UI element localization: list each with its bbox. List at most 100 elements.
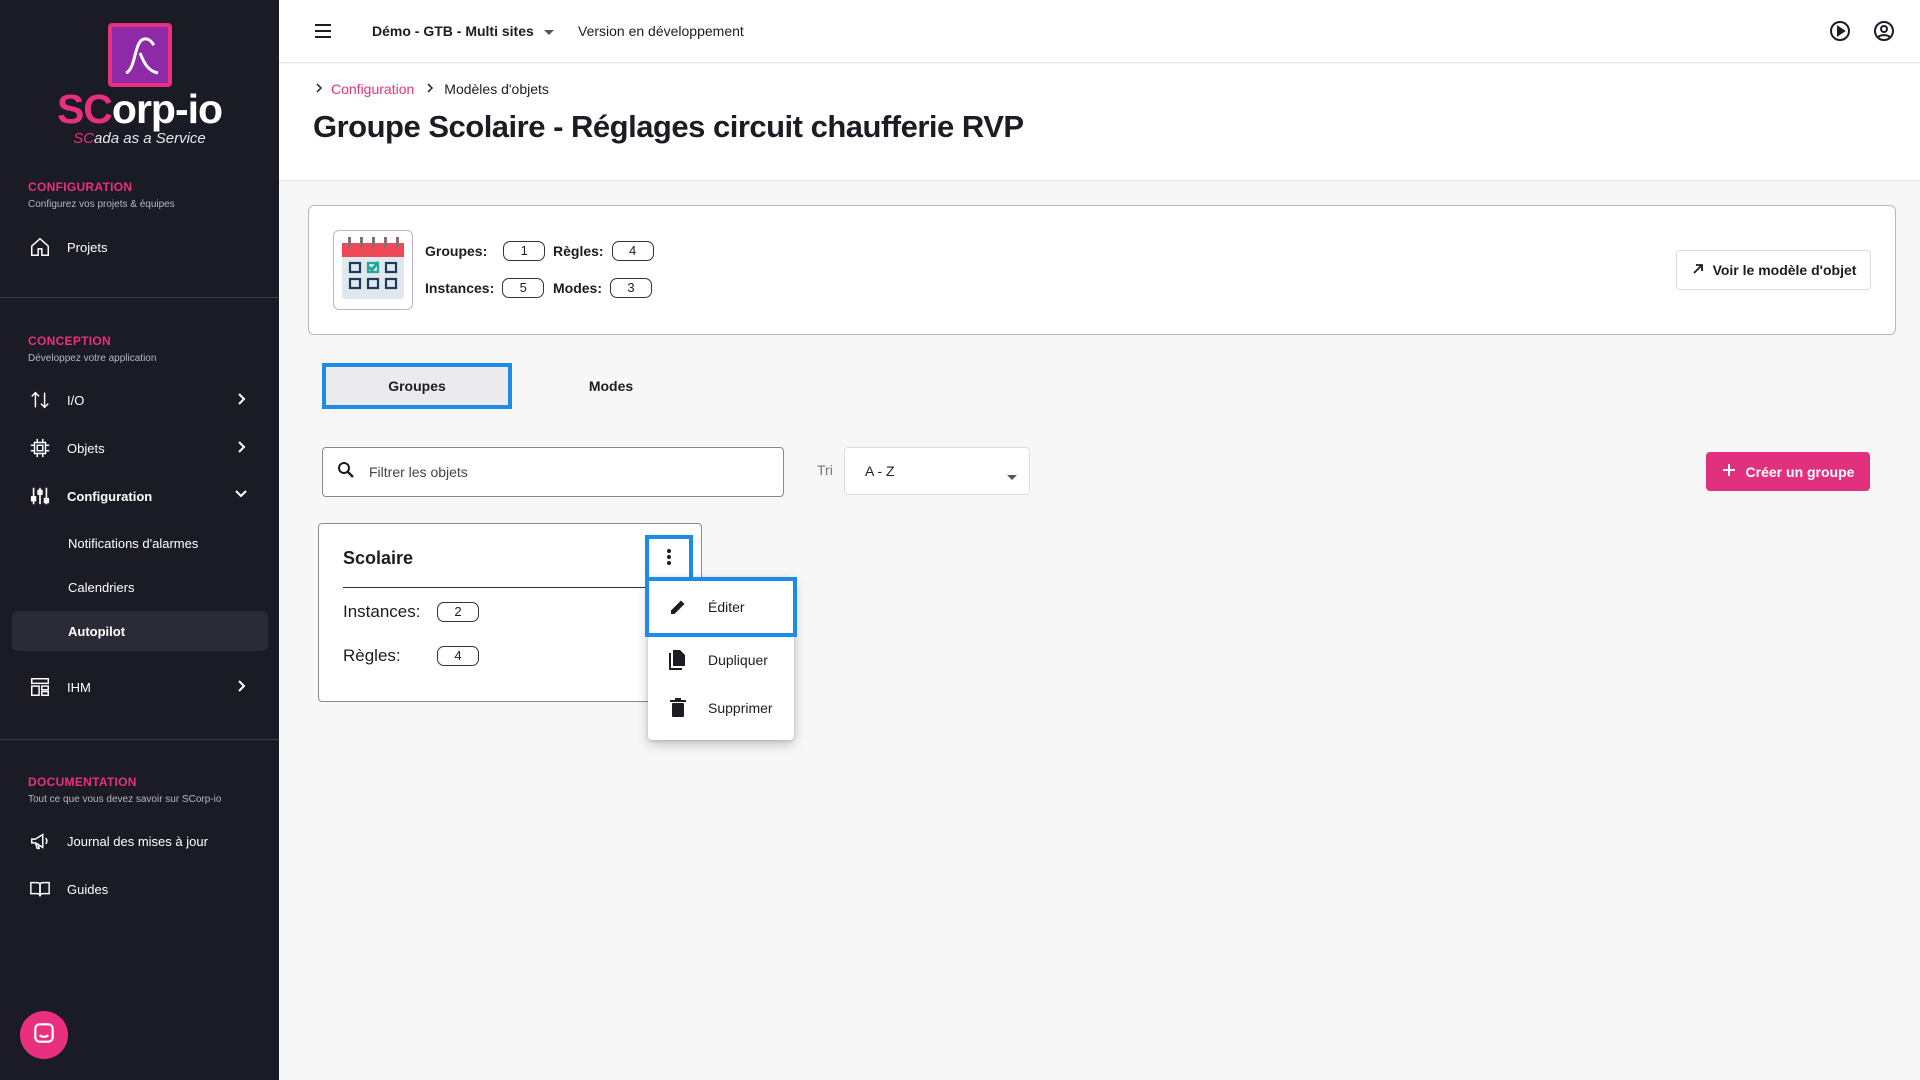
group-stat-label: Règles: <box>343 646 401 665</box>
breadcrumb-link-configuration[interactable]: Configuration <box>331 81 414 97</box>
stat-label: Instances: <box>425 280 495 296</box>
sidebar-item-guides[interactable]: Guides <box>12 869 268 909</box>
group-divider <box>343 587 659 588</box>
sort-value: A - Z <box>865 463 895 479</box>
menu-item-duplicate[interactable]: Dupliquer <box>648 636 794 684</box>
create-group-button[interactable]: Créer un groupe <box>1706 452 1870 491</box>
tab-groupes[interactable]: Groupes <box>322 363 512 409</box>
caret-down-icon <box>1007 468 1017 484</box>
stat-value: 4 <box>611 241 654 261</box>
stat-groupes: Groupes: 1 <box>425 241 546 261</box>
sidebar-item-label: Autopilot <box>68 623 126 639</box>
group-stat-label: Instances: <box>343 602 421 621</box>
stat-value: 3 <box>610 278 652 298</box>
view-object-model-button[interactable]: Voir le modèle d'objet <box>1676 250 1871 290</box>
create-group-label: Créer un groupe <box>1745 463 1855 480</box>
calendar-grid-icon <box>333 230 413 310</box>
group-instances-row: Instances: 2 <box>343 602 479 622</box>
book-icon <box>27 876 53 902</box>
chat-launcher-button[interactable] <box>20 1011 68 1059</box>
stat-value: 5 <box>502 278 545 298</box>
tab-modes[interactable]: Modes <box>516 363 706 409</box>
sidebar-item-label: Notifications d'alarmes <box>68 535 199 551</box>
sidebar-item-calendriers[interactable]: Calendriers <box>12 567 268 607</box>
filter-objects-input[interactable] <box>369 464 749 480</box>
stat-label: Groupes: <box>425 243 488 259</box>
page-header: Configuration Modèles d'objets Groupe Sc… <box>279 64 1920 181</box>
menu-item-label: Supprimer <box>708 700 773 716</box>
section-title-configuration: CONFIGURATION <box>28 180 133 194</box>
sidebar-item-notifications[interactable]: Notifications d'alarmes <box>12 523 268 563</box>
menu-item-edit[interactable]: Éditer <box>645 577 797 637</box>
play-icon[interactable] <box>1828 19 1852 48</box>
stat-instances: Instances: 5 <box>425 278 545 298</box>
sidebar-item-label: Objets <box>67 440 105 456</box>
sidebar-item-configuration[interactable]: Configuration <box>12 476 268 516</box>
chip-icon <box>27 435 53 461</box>
logo-tagline: SCada as a Service <box>73 130 206 147</box>
sidebar-item-io[interactable]: I/O <box>12 380 268 420</box>
stat-label: Règles: <box>553 243 604 259</box>
sidebar: SCorp-io SCada as a Service CONFIGURATIO… <box>0 0 279 1080</box>
chat-icon <box>31 1020 57 1051</box>
breadcrumb: Configuration Modèles d'objets <box>315 81 549 97</box>
group-stat-value: 2 <box>437 602 479 622</box>
sidebar-divider <box>0 739 279 740</box>
group-regles-row: Règles: 4 <box>343 646 479 666</box>
group-context-menu: Éditer Dupliquer Supprimer <box>645 577 797 740</box>
version-label: Version en développement <box>578 23 744 39</box>
page-title: Groupe Scolaire - Réglages circuit chauf… <box>313 109 1024 144</box>
stat-regles: Règles: 4 <box>553 241 654 261</box>
project-name: Démo - GTB - Multi sites <box>372 23 534 39</box>
menu-item-delete[interactable]: Supprimer <box>648 684 794 732</box>
sidebar-item-ihm[interactable]: IHM <box>12 667 268 707</box>
sort-select[interactable]: A - Z <box>844 447 1030 495</box>
chevron-down-icon <box>234 488 248 503</box>
swap-vertical-icon <box>27 387 53 413</box>
sliders-icon <box>27 483 53 509</box>
project-selector[interactable]: Démo - GTB - Multi sites <box>372 23 554 39</box>
sidebar-item-journal[interactable]: Journal des mises à jour <box>12 821 268 861</box>
section-subtitle-configuration: Configurez vos projets & équipes <box>28 199 175 210</box>
sidebar-item-autopilot[interactable]: Autopilot <box>12 611 268 651</box>
sidebar-item-label: Configuration <box>67 488 153 504</box>
model-summary-card: Groupes: 1 Règles: 4 Instances: 5 Modes:… <box>308 205 1896 335</box>
top-bar: Démo - GTB - Multi sites Version en déve… <box>279 0 1920 63</box>
scorpio-logo-icon <box>108 23 172 87</box>
megaphone-icon <box>27 828 53 854</box>
sidebar-item-label: Guides <box>67 881 109 897</box>
chevron-right-icon <box>315 81 323 97</box>
group-options-button[interactable] <box>645 535 693 583</box>
pencil-icon <box>666 597 690 617</box>
sidebar-item-label: Journal des mises à jour <box>67 833 208 849</box>
sidebar-item-label: IHM <box>67 679 91 695</box>
menu-item-label: Éditer <box>708 599 745 615</box>
chevron-right-icon <box>236 679 248 696</box>
stat-label: Modes: <box>553 280 602 296</box>
sidebar-item-label: Calendriers <box>68 579 135 595</box>
account-icon[interactable] <box>1872 19 1896 48</box>
group-stat-value: 4 <box>437 646 479 666</box>
plus-icon <box>1722 463 1736 480</box>
group-name: Scolaire <box>343 548 414 568</box>
sidebar-item-label: Projets <box>67 239 108 255</box>
chevron-right-icon <box>236 440 248 457</box>
chevron-right-icon <box>236 392 248 409</box>
sidebar-divider <box>0 297 279 298</box>
more-vertical-icon <box>666 548 672 571</box>
copy-icon <box>666 649 690 671</box>
stat-modes: Modes: 3 <box>553 278 652 298</box>
arrow-up-right-icon <box>1691 262 1705 279</box>
menu-item-label: Dupliquer <box>708 652 768 668</box>
home-icon <box>27 234 53 260</box>
hamburger-menu-icon[interactable] <box>313 21 333 46</box>
sort-label: Tri <box>817 462 833 478</box>
filter-input-wrapper <box>322 447 784 497</box>
search-icon <box>337 461 355 484</box>
sidebar-item-objets[interactable]: Objets <box>12 428 268 468</box>
sidebar-item-projets[interactable]: Projets <box>12 227 268 267</box>
dashboard-icon <box>27 674 53 700</box>
logo-wordmark: SCorp-io <box>56 86 223 132</box>
section-subtitle-conception: Développez votre application <box>28 353 157 364</box>
section-subtitle-documentation: Tout ce que vous devez savoir sur SCorp-… <box>28 794 222 805</box>
